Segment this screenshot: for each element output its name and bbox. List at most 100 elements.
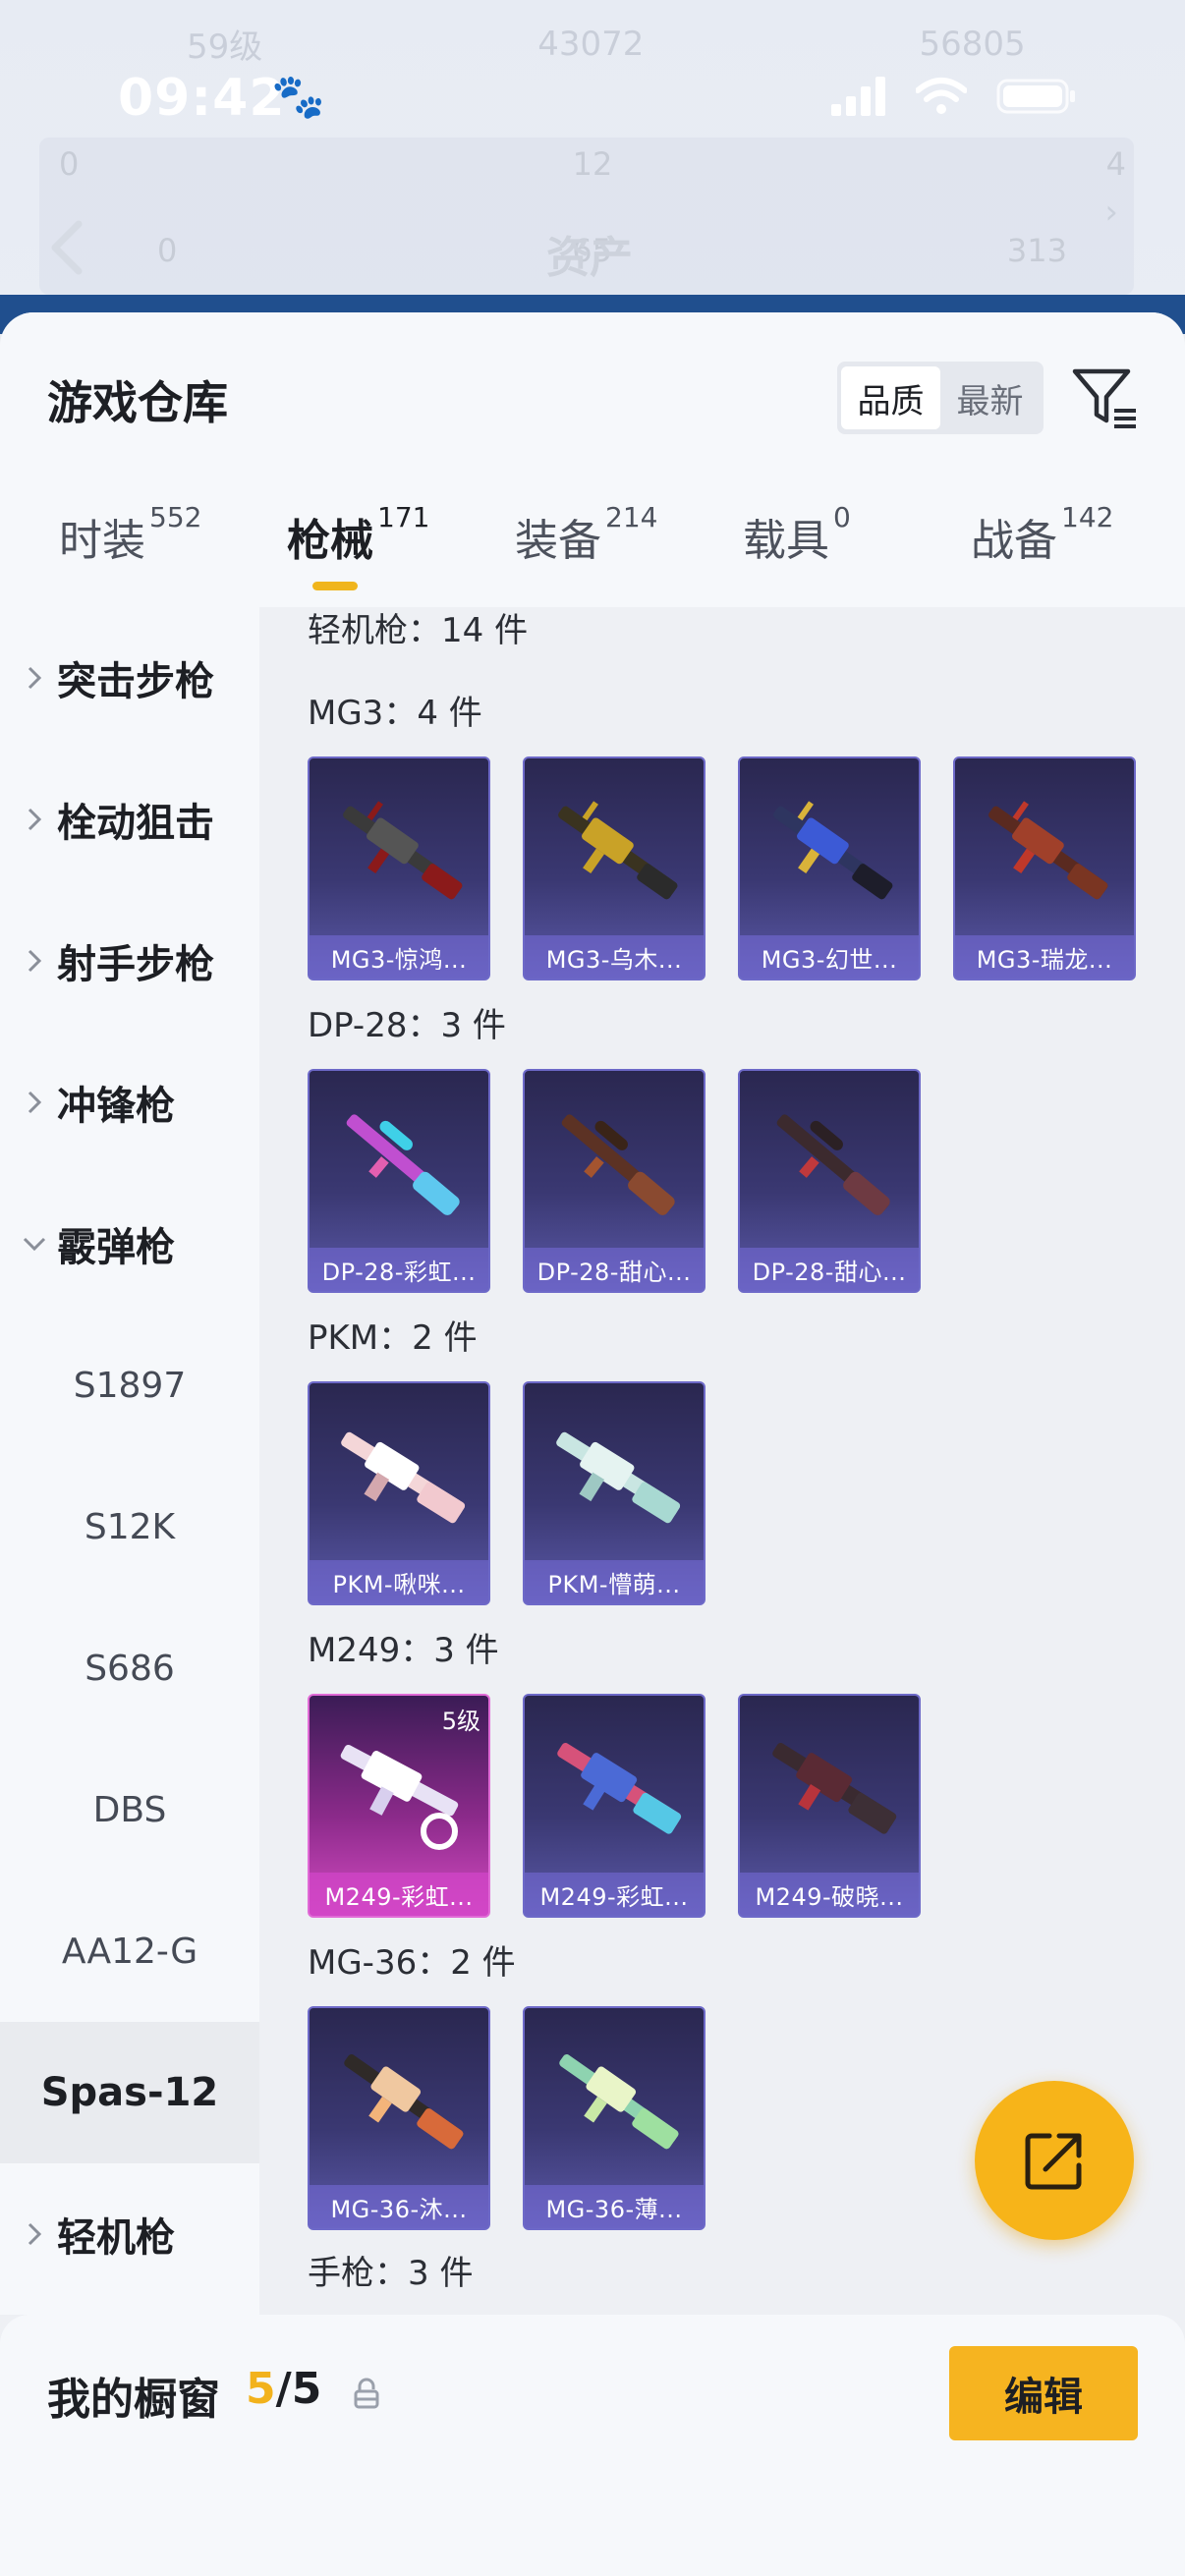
tab-label: 载具 [743,516,829,566]
showcase-label: 我的橱窗 [47,2375,220,2425]
gun-icon [772,1743,897,1834]
sidebar-subitem[interactable]: S1897 [0,1315,259,1456]
tab-count: 214 [605,501,658,533]
item-card[interactable]: MG3-瑞龙... [953,756,1136,980]
sidebar-item-label: 冲锋枪 [57,1084,175,1129]
tab-label: 装备 [515,516,601,566]
item-card[interactable]: DP-28-彩虹... [308,1069,490,1293]
group-heading: DP-28：3 件 [308,1006,506,1045]
lock-icon [354,2378,379,2409]
back-arrow-icon[interactable] [47,218,86,277]
filter-icon[interactable] [1071,364,1140,432]
tab-guns[interactable]: 枪械 171 [287,501,429,603]
sidebar-subitem[interactable]: DBS [0,1739,259,1880]
sheet-title: 游戏仓库 [47,376,228,429]
tab-gear[interactable]: 战备 142 [971,501,1113,603]
item-name: M249-彩虹... [310,1873,488,1916]
gun-icon [343,801,463,900]
group-heading: PKM：2 件 [308,1318,478,1358]
sidebar: 突击步枪 栓动狙击 射手步枪 冲锋枪 霰弹枪 S1897 S12K S686 D… [0,607,259,2315]
item-name: MG-36-薄... [525,2185,704,2228]
sort-toggle: 品质 最新 [837,362,1044,434]
showcase-count: 5/5 [246,2364,321,2414]
gun-icon [344,2054,464,2150]
item-name: DP-28-甜心... [740,1248,919,1291]
background-views: 43072 [537,24,645,64]
tab-count: 142 [1061,501,1114,533]
sidebar-item-assault-rifle[interactable]: 突击步枪 [0,607,259,749]
sidebar-subitem[interactable]: S12K [0,1456,259,1597]
item-card[interactable]: PKM-懵萌... [523,1381,705,1605]
sidebar-item-label: 霰弹枪 [57,1225,175,1270]
item-card[interactable]: MG-36-沐... [308,2006,490,2230]
item-card[interactable]: MG3-惊鸿... [308,756,490,980]
item-grid: 轻机枪：14 件 MG3：4 件 MG3-惊鸿... MG3-乌木... MG3… [259,607,1185,2315]
status-icons [831,77,1077,116]
item-card[interactable]: M249-破晓... [738,1694,921,1918]
gun-icon [557,1743,682,1834]
item-name: DP-28-甜心... [525,1248,704,1291]
gun-icon [559,2054,679,2150]
chevron-right-icon [22,1090,47,1115]
tab-fashion[interactable]: 时装 552 [59,501,201,603]
showcase-bar: 我的橱窗 5/5 编辑 [0,2315,1185,2576]
gun-icon [346,1114,460,1215]
sidebar-item-smg[interactable]: 冲锋枪 [0,1032,259,1173]
sidebar-subitem-selected[interactable]: Spas-12 [0,2022,259,2163]
section-heading: 轻机枪：14 件 [308,611,529,650]
tab-label: 战备 [971,516,1057,566]
tab-indicator [312,582,358,590]
chevron-right-icon [22,807,47,832]
sidebar-item-bolt-sniper[interactable]: 栓动狙击 [0,749,259,890]
sidebar-subitem[interactable]: S686 [0,1597,259,1739]
item-card[interactable]: M249-彩虹... [523,1694,705,1918]
tab-equipment[interactable]: 装备 214 [515,501,657,603]
showcase-current: 5 [246,2364,276,2414]
item-card[interactable]: MG-36-薄... [523,2006,705,2230]
background-title: 资产 [546,233,633,283]
tab-label: 枪械 [287,516,373,566]
share-button[interactable] [975,2081,1134,2240]
sidebar-subitem[interactable]: AA12-G [0,1880,259,2022]
sidebar-item-lmg[interactable]: 轻机枪 [0,2163,259,2305]
gun-icon [340,1744,459,1850]
sidebar-item-shotgun[interactable]: 霰弹枪 [0,1173,259,1315]
gun-icon [341,1431,466,1524]
item-card-highlighted[interactable]: 5级 M249-彩虹... [308,1694,490,1918]
battery-icon [996,79,1075,114]
sort-quality-button[interactable]: 品质 [841,366,940,429]
tab-count: 171 [377,501,430,533]
sort-latest-button[interactable]: 最新 [940,366,1040,429]
gun-icon [988,801,1108,900]
item-name: DP-28-彩虹... [310,1248,488,1291]
gun-icon [776,1114,890,1215]
item-card[interactable]: MG3-幻世... [738,756,921,980]
item-name: MG3-惊鸿... [310,935,488,979]
tab-vehicles[interactable]: 载具 0 [743,501,851,603]
background-value: 0 [59,145,80,183]
background-level: 59级 [187,28,263,67]
category-tabs: 时装 552 枪械 171 装备 214 载具 0 战备 142 [0,501,1185,603]
background-value: 4 [1105,145,1126,183]
item-name: MG3-乌木... [525,935,704,979]
item-name: M249-彩虹... [525,1873,704,1916]
gun-icon [558,801,678,900]
background-row-2: 0 65 313 [157,232,1067,269]
gun-icon [556,1431,681,1524]
edit-button[interactable]: 编辑 [949,2346,1138,2440]
share-icon [1025,2133,1082,2190]
item-card[interactable]: PKM-啾咪... [308,1381,490,1605]
wifi-icon [916,78,967,114]
item-name: MG-36-沐... [310,2185,488,2228]
sidebar-item-label: 射手步枪 [57,942,214,987]
item-name: MG3-瑞龙... [955,935,1134,979]
sidebar-item-marksman-rifle[interactable]: 射手步枪 [0,890,259,1032]
group-heading: M249：3 件 [308,1631,499,1670]
item-card[interactable]: MG3-乌木... [523,756,705,980]
item-card[interactable]: DP-28-甜心... [523,1069,705,1293]
background-row-1: 0 12 4 [59,145,1126,183]
tab-count: 552 [149,501,202,533]
item-card[interactable]: DP-28-甜心... [738,1069,921,1293]
chevron-down-icon [22,1236,47,1252]
group-heading: MG-36：2 件 [308,1943,516,1983]
